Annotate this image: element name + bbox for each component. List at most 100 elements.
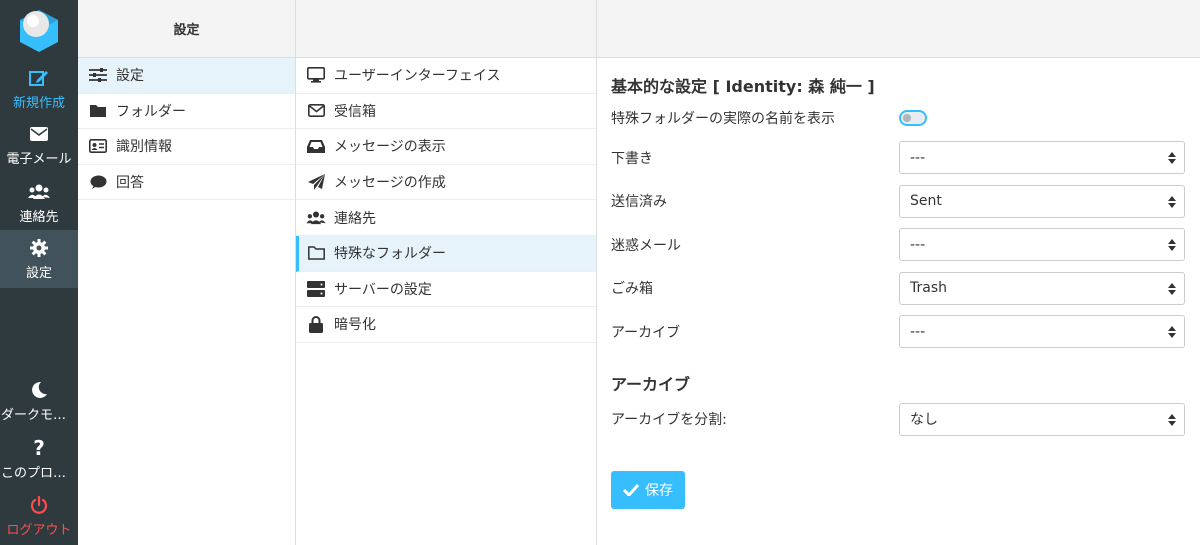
trash-row: ごみ箱 Trash [611,267,1186,311]
section-item-label: サーバーの設定 [334,281,432,298]
section-item-encryption[interactable]: 暗号化 [296,307,596,343]
sliders-icon [88,67,108,83]
compose-button[interactable]: 新規作成 [0,60,78,118]
logout-label: ログアウト [6,522,72,538]
settings-panel: 設定 設定 フォルダー 識別情報 回答 [78,0,296,545]
sections-panel-header [296,0,596,58]
sent-label: 送信済み [611,194,667,211]
section-item-ui[interactable]: ユーザーインターフェイス [296,58,596,94]
check-icon [623,484,639,496]
save-label: 保存 [645,483,673,499]
drafts-select[interactable]: --- [899,141,1185,175]
trash-value: Trash [910,280,947,297]
users-icon [28,182,50,202]
contacts-label: 連絡先 [19,209,59,225]
folder-outline-icon [306,245,326,261]
archive-split-select[interactable]: なし [899,402,1185,436]
logo[interactable] [14,6,64,56]
drafts-label: 下書き [611,150,653,167]
section-item-message-display[interactable]: メッセージの表示 [296,129,596,165]
contacts-button[interactable]: 連絡先 [0,174,78,232]
junk-row: 迷惑メール --- [611,223,1186,267]
toggle-knob [903,114,911,122]
compose-icon [29,68,49,88]
moon-icon [30,380,48,400]
paper-plane-icon [306,174,326,191]
junk-label: 迷惑メール [611,237,681,254]
drafts-row: 下書き --- [611,136,1186,180]
question-icon: ? [33,435,45,460]
select-arrows-icon [1168,326,1176,339]
content-panel-header [597,0,1200,58]
junk-select[interactable]: --- [899,228,1185,262]
envelope-icon [30,124,48,144]
users-icon [306,210,326,226]
archive-section-title: アーカイブ [611,374,691,394]
server-icon [306,280,326,297]
section-item-label: 受信箱 [334,103,376,120]
id-card-icon [88,138,108,154]
settings-item-identities[interactable]: 識別情報 [78,129,295,165]
sections-panel: ユーザーインターフェイス 受信箱 メッセージの表示 メッセージの作成 連絡先 特… [296,0,597,545]
settings-item-label: 設定 [116,68,144,85]
sent-value: Sent [910,193,942,210]
section-item-label: メッセージの作成 [334,175,446,192]
about-label: このプログラム [1,465,77,481]
sent-select[interactable]: Sent [899,184,1185,218]
archive-split-row: アーカイブを分割: なし [611,398,1186,442]
show-real-names-label: 特殊フォルダーの実際の名前を表示 [611,111,835,127]
settings-item-folders[interactable]: フォルダー [78,94,295,130]
compose-label: 新規作成 [12,95,65,111]
archive-split-label: アーカイブを分割: [611,412,727,429]
drafts-value: --- [910,149,926,166]
settings-button[interactable]: 設定 [0,230,78,288]
monitor-icon [306,67,326,83]
section-item-label: メッセージの表示 [334,139,446,156]
select-arrows-icon [1168,195,1176,208]
settings-item-responses[interactable]: 回答 [78,165,295,201]
power-icon [30,495,48,515]
about-button[interactable]: ? このプログラム [0,430,78,488]
archive-row: アーカイブ --- [611,310,1186,354]
mail-button[interactable]: 電子メール [0,116,78,174]
archive-select[interactable]: --- [899,315,1185,349]
section-item-contacts[interactable]: 連絡先 [296,200,596,236]
select-arrows-icon [1168,239,1176,252]
content-panel: 基本的な設定 [ Identity: 森 純一 ] 特殊フォルダーの実際の名前を… [597,0,1200,545]
comment-icon [88,174,108,190]
left-rail: 新規作成 電子メール 連絡先 設定 ダークモード ? このプログラム [0,0,78,545]
sent-row: 送信済み Sent [611,180,1186,224]
save-button[interactable]: 保存 [611,471,685,509]
settings-item-label: 回答 [116,175,144,192]
section-item-label: 連絡先 [334,210,376,227]
show-real-names-toggle[interactable] [899,110,927,126]
dark-mode-button[interactable]: ダークモード [0,372,78,430]
settings-label: 設定 [25,265,52,281]
section-item-compose[interactable]: メッセージの作成 [296,165,596,201]
archive-label: アーカイブ [611,324,681,341]
section-item-label: ユーザーインターフェイス [334,68,501,85]
inbox-icon [306,138,326,154]
trash-label: ごみ箱 [611,281,653,298]
archive-split-value: なし [910,412,938,429]
section-item-mailbox[interactable]: 受信箱 [296,94,596,130]
show-real-names-row: 特殊フォルダーの実際の名前を表示 [611,100,1186,136]
mail-label: 電子メール [6,151,72,167]
section-item-server[interactable]: サーバーの設定 [296,272,596,308]
settings-panel-title: 設定 [78,0,295,58]
special-folders-form: 基本的な設定 [ Identity: 森 純一 ] 特殊フォルダーの実際の名前を… [611,70,1186,441]
settings-item-preferences[interactable]: 設定 [78,58,295,94]
trash-select[interactable]: Trash [899,271,1185,305]
settings-item-label: フォルダー [116,103,186,120]
select-arrows-icon [1168,152,1176,165]
section-item-label: 特殊なフォルダー [334,246,446,263]
dark-mode-label: ダークモード [1,407,77,423]
settings-item-label: 識別情報 [116,139,172,156]
junk-value: --- [910,236,926,253]
select-arrows-icon [1168,282,1176,295]
section-item-label: 暗号化 [334,317,376,334]
select-arrows-icon [1168,413,1176,426]
section-item-special-folders[interactable]: 特殊なフォルダー [296,235,596,272]
folder-icon [88,103,108,119]
logout-button[interactable]: ログアウト [0,487,78,545]
